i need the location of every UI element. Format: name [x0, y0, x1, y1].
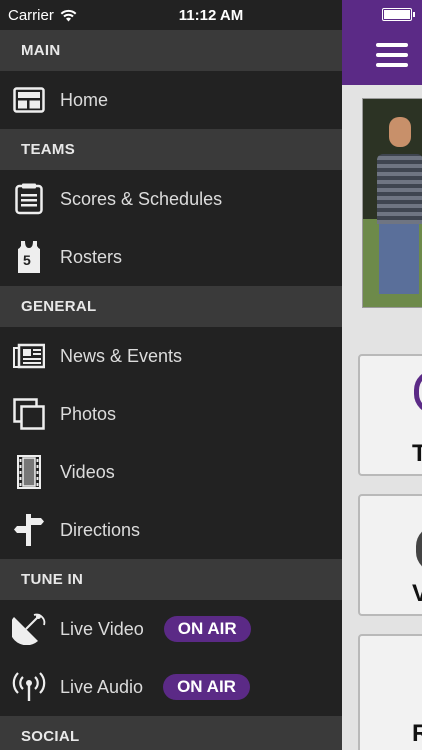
hamburger-menu-button[interactable]	[376, 43, 408, 69]
layout-grid-icon	[12, 83, 46, 117]
signpost-icon	[12, 513, 46, 547]
wifi-icon	[60, 9, 77, 21]
on-air-badge[interactable]: ON AIR	[163, 674, 250, 700]
jersey-number: 5	[23, 252, 31, 268]
menu-item-live-audio[interactable]: Live Audio ON AIR	[0, 658, 342, 716]
tile-card-videos[interactable]: V	[358, 494, 422, 616]
clipboard-list-icon	[12, 182, 46, 216]
menu-item-label: Directions	[60, 519, 141, 540]
menu-item-videos[interactable]: Videos	[0, 443, 342, 501]
app-header-bar	[342, 0, 422, 85]
menu-item-label: Videos	[60, 461, 115, 482]
section-header-general: GENERAL	[0, 286, 342, 327]
tile-card-teams[interactable]: T	[358, 354, 422, 476]
menu-item-label: Live Audio	[60, 676, 144, 697]
broadcast-antenna-icon	[12, 670, 46, 704]
menu-item-label: Live Video	[60, 618, 144, 639]
menu-item-live-video[interactable]: Live Video ON AIR	[0, 600, 342, 658]
menu-item-photos[interactable]: Photos	[0, 385, 342, 443]
section-header-main: MAIN	[0, 30, 342, 71]
newspaper-icon	[12, 339, 46, 373]
on-air-badge[interactable]: ON AIR	[163, 616, 251, 642]
satellite-dish-icon	[12, 612, 46, 646]
film-strip-icon	[12, 455, 46, 489]
side-menu-drawer: Carrier 11:12 AM MAIN Home TEAMS Scores …	[0, 0, 342, 750]
menu-item-label: Scores & Schedules	[60, 188, 223, 209]
section-header-teams: TEAMS	[0, 129, 342, 170]
menu-item-label: News & Events	[60, 345, 183, 366]
tile-card-letter: V	[412, 580, 422, 607]
menu-item-label: Home	[60, 89, 109, 110]
menu-item-home[interactable]: Home	[0, 71, 342, 129]
featured-photo[interactable]	[362, 98, 422, 308]
background-app-screen: T V R	[342, 0, 422, 750]
section-header-social: SOCIAL	[0, 716, 342, 750]
menu-item-scores-schedules[interactable]: Scores & Schedules	[0, 170, 342, 228]
menu-item-label: Rosters	[60, 246, 123, 267]
menu-item-directions[interactable]: Directions	[0, 501, 342, 559]
menu-item-label: Photos	[60, 403, 117, 424]
tile-card-letter: T	[412, 440, 422, 467]
battery-icon	[382, 8, 415, 21]
jersey-icon: 5	[12, 240, 46, 274]
menu-item-news-events[interactable]: News & Events	[0, 327, 342, 385]
carrier-label: Carrier	[8, 6, 54, 24]
status-bar: Carrier	[0, 0, 342, 30]
section-header-tune-in: TUNE IN	[0, 559, 342, 600]
tile-card-rosters[interactable]: R	[358, 634, 422, 750]
menu-item-rosters[interactable]: 5 Rosters	[0, 228, 342, 286]
photos-icon	[12, 397, 46, 431]
tile-card-letter: R	[412, 720, 422, 747]
